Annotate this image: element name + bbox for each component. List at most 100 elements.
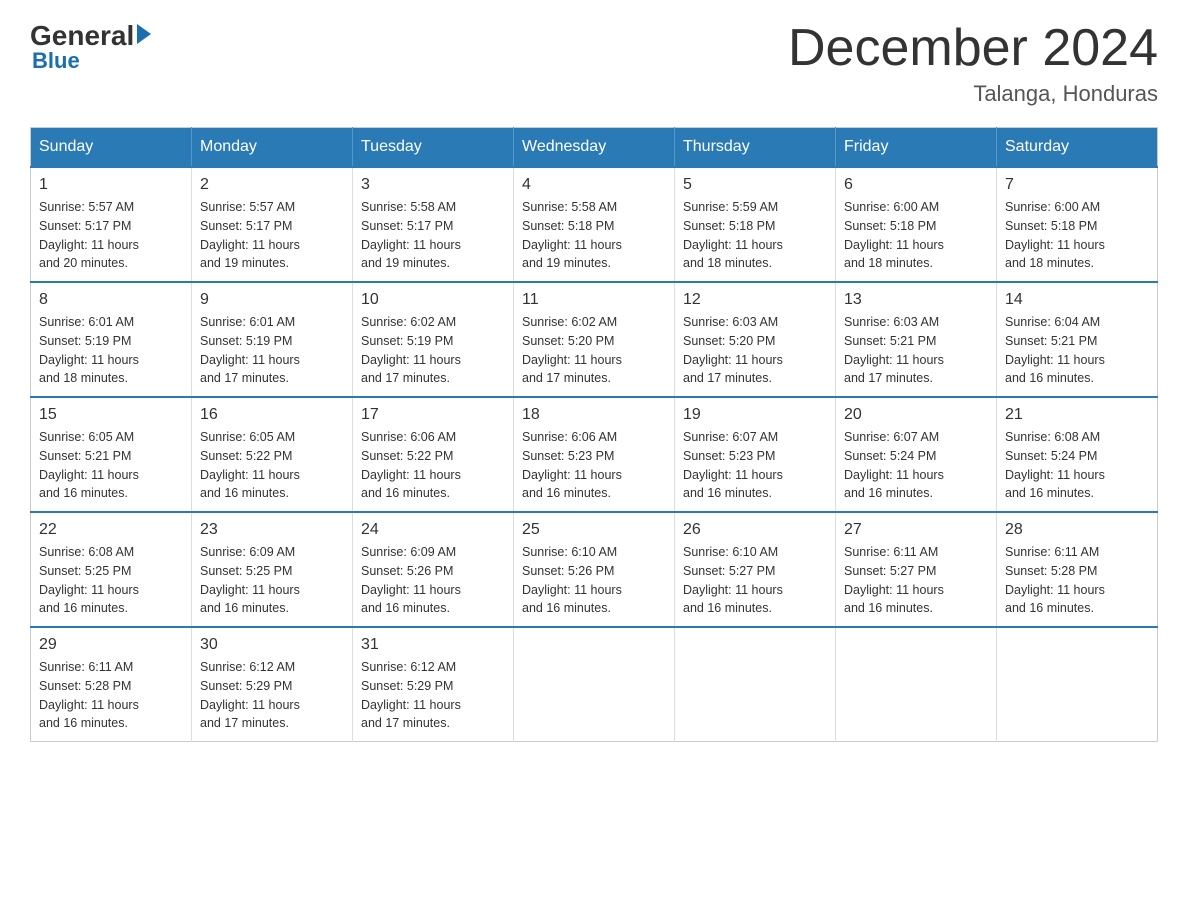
day-info-text: Sunrise: 5:58 AM Sunset: 5:17 PM Dayligh… — [361, 198, 505, 273]
calendar-cell: 2 Sunrise: 5:57 AM Sunset: 5:17 PM Daylig… — [192, 167, 353, 282]
calendar-cell: 3 Sunrise: 5:58 AM Sunset: 5:17 PM Daylig… — [353, 167, 514, 282]
calendar-cell: 12 Sunrise: 6:03 AM Sunset: 5:20 PM Dayli… — [675, 282, 836, 397]
logo-triangle-icon — [137, 24, 151, 44]
logo-blue-text: Blue — [30, 48, 151, 74]
day-info-text: Sunrise: 6:00 AM Sunset: 5:18 PM Dayligh… — [844, 198, 988, 273]
month-title: December 2024 — [788, 20, 1158, 77]
calendar-cell: 4 Sunrise: 5:58 AM Sunset: 5:18 PM Daylig… — [514, 167, 675, 282]
day-info-text: Sunrise: 6:03 AM Sunset: 5:21 PM Dayligh… — [844, 313, 988, 388]
calendar-cell: 30Sunrise: 6:12 AM Sunset: 5:29 PM Dayli… — [192, 627, 353, 742]
header-thursday: Thursday — [675, 128, 836, 168]
day-info-text: Sunrise: 6:07 AM Sunset: 5:24 PM Dayligh… — [844, 428, 988, 503]
location-text: Talanga, Honduras — [788, 81, 1158, 107]
header-tuesday: Tuesday — [353, 128, 514, 168]
day-number: 29 — [39, 636, 183, 654]
day-info-text: Sunrise: 6:10 AM Sunset: 5:27 PM Dayligh… — [683, 543, 827, 618]
calendar-cell: 15Sunrise: 6:05 AM Sunset: 5:21 PM Dayli… — [31, 397, 192, 512]
day-number: 1 — [39, 176, 183, 194]
calendar-week-row: 8 Sunrise: 6:01 AM Sunset: 5:19 PM Daylig… — [31, 282, 1158, 397]
calendar-cell: 23 Sunrise: 6:09 AM Sunset: 5:25 PM Dayli… — [192, 512, 353, 627]
calendar-cell: 16 Sunrise: 6:05 AM Sunset: 5:22 PM Dayli… — [192, 397, 353, 512]
header-monday: Monday — [192, 128, 353, 168]
day-number: 2 — [200, 176, 344, 194]
day-info-text: Sunrise: 6:10 AM Sunset: 5:26 PM Dayligh… — [522, 543, 666, 618]
day-number: 30 — [200, 636, 344, 654]
day-number: 8 — [39, 291, 183, 309]
header-sunday: Sunday — [31, 128, 192, 168]
day-number: 4 — [522, 176, 666, 194]
day-info-text: Sunrise: 6:00 AM Sunset: 5:18 PM Dayligh… — [1005, 198, 1149, 273]
day-number: 18 — [522, 406, 666, 424]
day-number: 27 — [844, 521, 988, 539]
calendar-cell — [997, 627, 1158, 742]
calendar-cell: 17 Sunrise: 6:06 AM Sunset: 5:22 PM Dayli… — [353, 397, 514, 512]
calendar-cell: 27 Sunrise: 6:11 AM Sunset: 5:27 PM Dayli… — [836, 512, 997, 627]
day-number: 31 — [361, 636, 505, 654]
day-info-text: Sunrise: 6:09 AM Sunset: 5:26 PM Dayligh… — [361, 543, 505, 618]
day-info-text: Sunrise: 6:07 AM Sunset: 5:23 PM Dayligh… — [683, 428, 827, 503]
day-number: 17 — [361, 406, 505, 424]
day-info-text: Sunrise: 6:11 AM Sunset: 5:28 PM Dayligh… — [1005, 543, 1149, 618]
day-number: 20 — [844, 406, 988, 424]
day-number: 16 — [200, 406, 344, 424]
day-number: 22 — [39, 521, 183, 539]
calendar-cell: 10 Sunrise: 6:02 AM Sunset: 5:19 PM Dayli… — [353, 282, 514, 397]
calendar-table: SundayMondayTuesdayWednesdayThursdayFrid… — [30, 127, 1158, 742]
header-friday: Friday — [836, 128, 997, 168]
calendar-cell — [514, 627, 675, 742]
day-number: 13 — [844, 291, 988, 309]
day-number: 26 — [683, 521, 827, 539]
day-info-text: Sunrise: 6:03 AM Sunset: 5:20 PM Dayligh… — [683, 313, 827, 388]
calendar-cell: 31 Sunrise: 6:12 AM Sunset: 5:29 PM Dayli… — [353, 627, 514, 742]
day-number: 10 — [361, 291, 505, 309]
logo: General Blue — [30, 20, 151, 74]
calendar-cell: 24Sunrise: 6:09 AM Sunset: 5:26 PM Dayli… — [353, 512, 514, 627]
calendar-cell: 29 Sunrise: 6:11 AM Sunset: 5:28 PM Dayli… — [31, 627, 192, 742]
calendar-cell: 26 Sunrise: 6:10 AM Sunset: 5:27 PM Dayli… — [675, 512, 836, 627]
day-number: 21 — [1005, 406, 1149, 424]
calendar-cell — [836, 627, 997, 742]
calendar-cell: 18Sunrise: 6:06 AM Sunset: 5:23 PM Dayli… — [514, 397, 675, 512]
day-number: 28 — [1005, 521, 1149, 539]
day-number: 14 — [1005, 291, 1149, 309]
day-info-text: Sunrise: 6:11 AM Sunset: 5:28 PM Dayligh… — [39, 658, 183, 733]
header-wednesday: Wednesday — [514, 128, 675, 168]
calendar-cell: 13 Sunrise: 6:03 AM Sunset: 5:21 PM Dayli… — [836, 282, 997, 397]
day-number: 3 — [361, 176, 505, 194]
day-info-text: Sunrise: 6:05 AM Sunset: 5:21 PM Dayligh… — [39, 428, 183, 503]
day-info-text: Sunrise: 6:08 AM Sunset: 5:25 PM Dayligh… — [39, 543, 183, 618]
day-info-text: Sunrise: 5:57 AM Sunset: 5:17 PM Dayligh… — [39, 198, 183, 273]
calendar-header-row: SundayMondayTuesdayWednesdayThursdayFrid… — [31, 128, 1158, 168]
calendar-cell: 1 Sunrise: 5:57 AM Sunset: 5:17 PM Daylig… — [31, 167, 192, 282]
day-info-text: Sunrise: 6:05 AM Sunset: 5:22 PM Dayligh… — [200, 428, 344, 503]
calendar-week-row: 29 Sunrise: 6:11 AM Sunset: 5:28 PM Dayli… — [31, 627, 1158, 742]
day-info-text: Sunrise: 5:59 AM Sunset: 5:18 PM Dayligh… — [683, 198, 827, 273]
day-info-text: Sunrise: 6:04 AM Sunset: 5:21 PM Dayligh… — [1005, 313, 1149, 388]
day-number: 6 — [844, 176, 988, 194]
day-info-text: Sunrise: 5:57 AM Sunset: 5:17 PM Dayligh… — [200, 198, 344, 273]
day-number: 25 — [522, 521, 666, 539]
day-info-text: Sunrise: 5:58 AM Sunset: 5:18 PM Dayligh… — [522, 198, 666, 273]
calendar-week-row: 15Sunrise: 6:05 AM Sunset: 5:21 PM Dayli… — [31, 397, 1158, 512]
calendar-cell: 19 Sunrise: 6:07 AM Sunset: 5:23 PM Dayli… — [675, 397, 836, 512]
calendar-cell: 14 Sunrise: 6:04 AM Sunset: 5:21 PM Dayli… — [997, 282, 1158, 397]
day-info-text: Sunrise: 6:11 AM Sunset: 5:27 PM Dayligh… — [844, 543, 988, 618]
calendar-cell: 20 Sunrise: 6:07 AM Sunset: 5:24 PM Dayli… — [836, 397, 997, 512]
calendar-week-row: 22 Sunrise: 6:08 AM Sunset: 5:25 PM Dayli… — [31, 512, 1158, 627]
day-info-text: Sunrise: 6:09 AM Sunset: 5:25 PM Dayligh… — [200, 543, 344, 618]
day-info-text: Sunrise: 6:12 AM Sunset: 5:29 PM Dayligh… — [361, 658, 505, 733]
calendar-cell: 7Sunrise: 6:00 AM Sunset: 5:18 PM Daylig… — [997, 167, 1158, 282]
day-number: 12 — [683, 291, 827, 309]
day-info-text: Sunrise: 6:01 AM Sunset: 5:19 PM Dayligh… — [200, 313, 344, 388]
day-info-text: Sunrise: 6:02 AM Sunset: 5:19 PM Dayligh… — [361, 313, 505, 388]
header-saturday: Saturday — [997, 128, 1158, 168]
day-number: 19 — [683, 406, 827, 424]
day-info-text: Sunrise: 6:01 AM Sunset: 5:19 PM Dayligh… — [39, 313, 183, 388]
calendar-cell — [675, 627, 836, 742]
page-header: General Blue December 2024 Talanga, Hond… — [30, 20, 1158, 107]
calendar-cell: 25 Sunrise: 6:10 AM Sunset: 5:26 PM Dayli… — [514, 512, 675, 627]
calendar-week-row: 1 Sunrise: 5:57 AM Sunset: 5:17 PM Daylig… — [31, 167, 1158, 282]
calendar-cell: 9Sunrise: 6:01 AM Sunset: 5:19 PM Daylig… — [192, 282, 353, 397]
day-number: 23 — [200, 521, 344, 539]
day-info-text: Sunrise: 6:06 AM Sunset: 5:22 PM Dayligh… — [361, 428, 505, 503]
